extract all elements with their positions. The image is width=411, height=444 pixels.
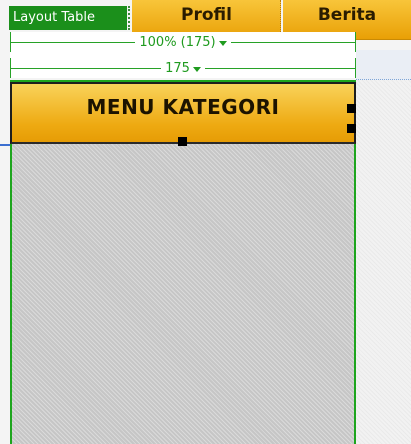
table-width-ruler[interactable]: 100% (175)	[10, 32, 356, 52]
column-width-ruler[interactable]: 175	[10, 58, 356, 78]
design-canvas: Profil Berita Layout Table 100% (175) 17…	[0, 0, 411, 444]
layout-table-edge	[128, 6, 132, 30]
resize-handle[interactable]	[347, 124, 356, 133]
chevron-down-icon[interactable]	[192, 66, 201, 72]
nav-tab-profil-label: Profil	[181, 5, 232, 25]
resize-handle[interactable]	[178, 137, 187, 146]
resize-handle[interactable]	[347, 104, 356, 113]
nav-tab-berita-label: Berita	[317, 5, 377, 25]
column-width-menu[interactable]: 175	[161, 61, 205, 76]
column-width-value: 175	[165, 60, 190, 76]
adjacent-cell	[356, 80, 411, 444]
adjacent-cell-top	[356, 50, 411, 80]
menu-kategori-header[interactable]: MENU KATEGORI	[10, 82, 356, 146]
table-width-value: 100% (175)	[139, 34, 216, 50]
layout-table-label: Layout Table	[13, 10, 95, 25]
layout-table-tab[interactable]: Layout Table	[9, 6, 127, 30]
table-width-menu[interactable]: 100% (175)	[135, 35, 230, 50]
selection-edge	[0, 144, 10, 146]
chevron-down-icon[interactable]	[218, 40, 227, 46]
menu-kategori-title: MENU KATEGORI	[86, 95, 280, 119]
